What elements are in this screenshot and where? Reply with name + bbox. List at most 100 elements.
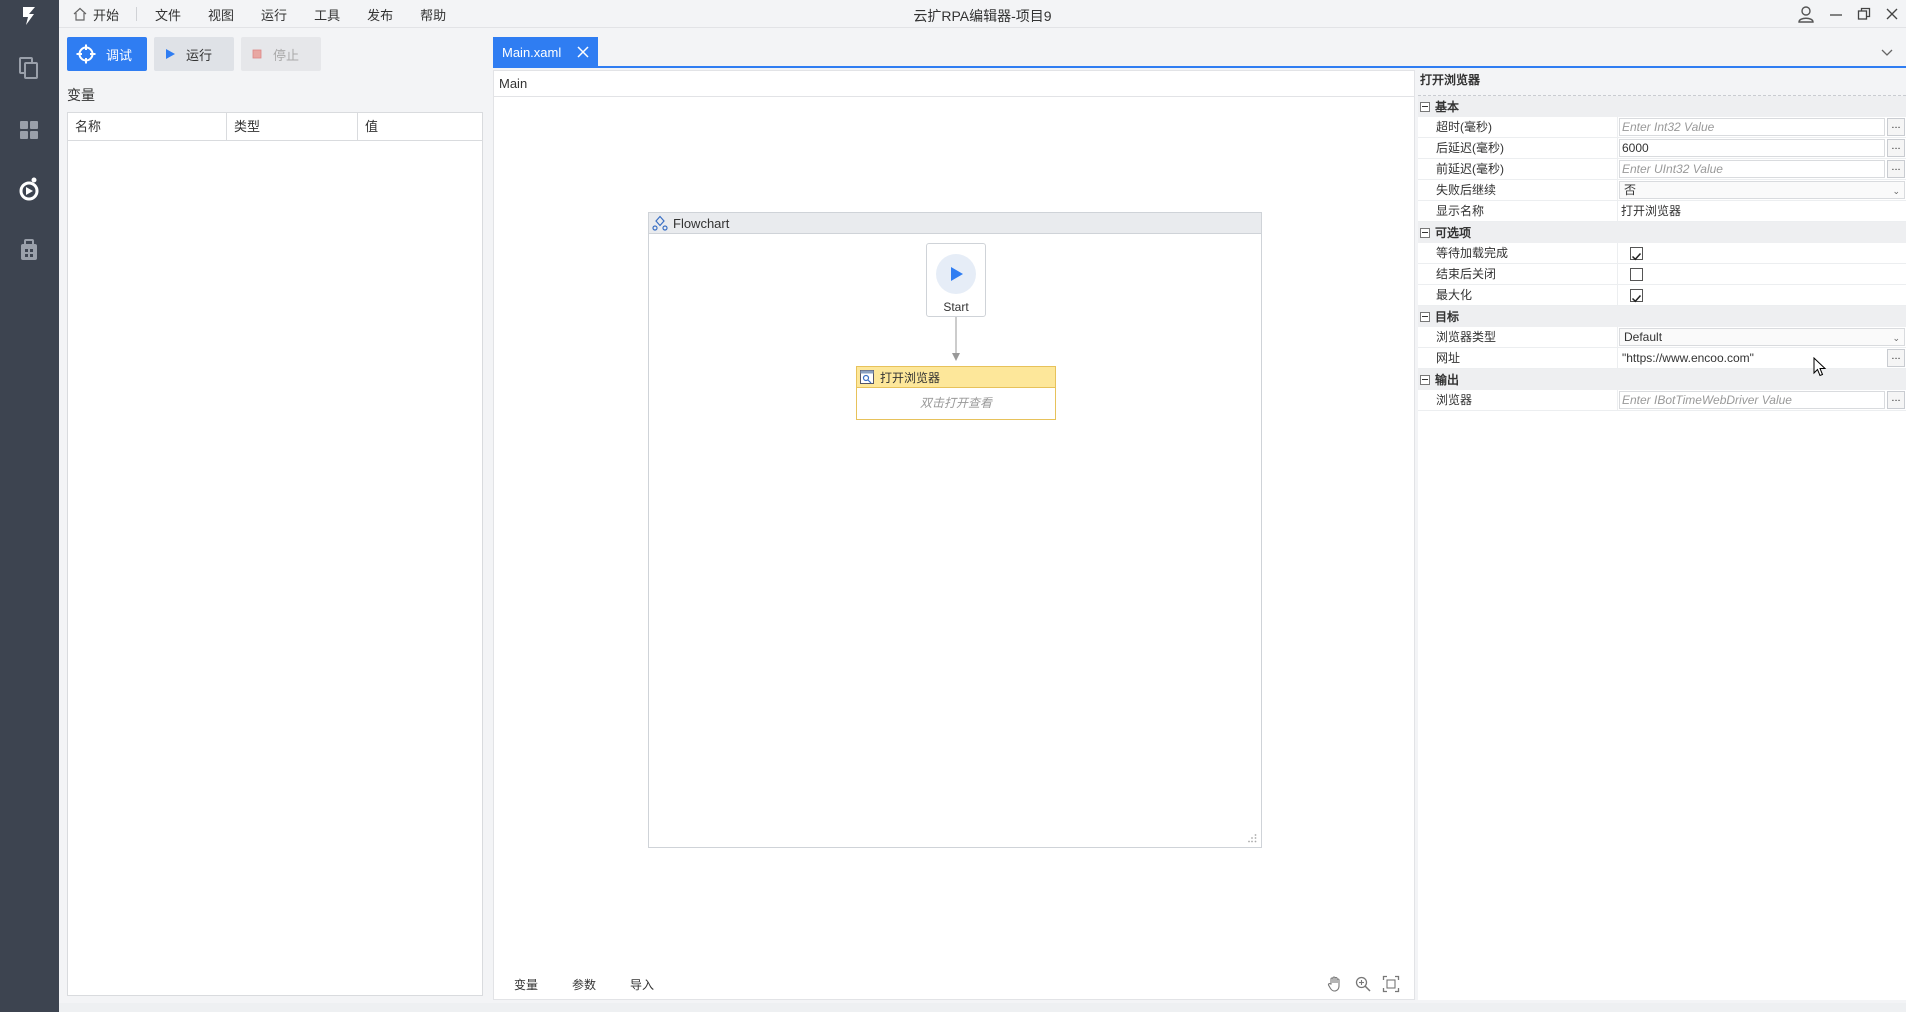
- status-bar: [59, 1003, 1906, 1012]
- designer-bottom-tabs: 变量 参数 导入: [514, 976, 688, 993]
- hand-icon: [1327, 976, 1340, 992]
- flowchart-container[interactable]: Flowchart Start 打开浏览器 双击打开查看: [648, 212, 1262, 848]
- components-icon[interactable]: [15, 116, 43, 144]
- mouse-pointer-icon: [1813, 357, 1827, 377]
- start-node[interactable]: Start: [926, 243, 986, 317]
- timeout-placeholder: Enter Int32 Value: [1622, 120, 1715, 134]
- url-input[interactable]: "https://www.encoo.com": [1619, 349, 1885, 367]
- browser-activity-icon: [860, 370, 874, 384]
- breadcrumb[interactable]: Main: [494, 71, 1414, 97]
- tab-arguments[interactable]: 参数: [572, 976, 596, 993]
- column-header-name[interactable]: 名称: [68, 113, 227, 140]
- close-window-button[interactable]: [1878, 0, 1906, 28]
- flowchart-header: Flowchart: [649, 213, 1261, 234]
- chevron-down-icon: ⌄: [1892, 333, 1900, 343]
- variables-panel-title: 变量: [67, 87, 95, 103]
- expression-editor-button[interactable]: ...: [1887, 391, 1905, 409]
- flowchart-title: Flowchart: [673, 215, 730, 231]
- category-basic[interactable]: 基本: [1418, 96, 1906, 117]
- delay-before-placeholder: Enter UInt32 Value: [1622, 162, 1723, 176]
- category-target[interactable]: 目标: [1418, 306, 1906, 327]
- minimize-button[interactable]: [1822, 0, 1850, 28]
- menu-item-publish[interactable]: 发布: [367, 5, 393, 24]
- collapse-toggle-icon[interactable]: [1420, 374, 1430, 385]
- activity-title: 打开浏览器: [880, 370, 941, 385]
- close-tab-icon[interactable]: [576, 45, 590, 59]
- menu-item-help[interactable]: 帮助: [420, 5, 446, 24]
- browser-type-select[interactable]: Default ⌄: [1619, 328, 1905, 346]
- activity-header: 打开浏览器: [857, 367, 1055, 388]
- start-label: Start: [943, 300, 969, 314]
- activity-sidebar: [0, 0, 59, 1012]
- resize-grip-icon[interactable]: [1247, 833, 1257, 843]
- property-row-delay-before: 前延迟(毫秒) Enter UInt32 Value ...: [1418, 159, 1906, 180]
- debug-button[interactable]: 调试: [67, 37, 147, 71]
- collapse-toggle-icon[interactable]: [1420, 311, 1430, 322]
- property-row-delay-after: 后延迟(毫秒) 6000 ...: [1418, 138, 1906, 159]
- category-options[interactable]: 可选项: [1418, 222, 1906, 243]
- property-name: 前延迟(毫秒): [1418, 159, 1618, 179]
- column-header-value[interactable]: 值: [358, 113, 482, 140]
- property-row-url: 网址 "https://www.encoo.com" ...: [1418, 348, 1906, 369]
- property-name: 超时(毫秒): [1418, 117, 1618, 137]
- category-label: 可选项: [1435, 226, 1472, 240]
- stop-button: 停止: [241, 37, 321, 71]
- maximize-checkbox[interactable]: [1630, 289, 1643, 303]
- left-panel: 调试 运行 停止 变量 名称 类型 值: [59, 28, 489, 1003]
- category-label: 输出: [1435, 373, 1460, 387]
- menu-item-run[interactable]: 运行: [261, 5, 287, 24]
- menu-item-view[interactable]: 视图: [208, 5, 234, 24]
- run-button-label: 运行: [186, 47, 213, 63]
- property-name: 等待加载完成: [1418, 243, 1618, 263]
- menu-item-label: 开始: [93, 7, 120, 23]
- tab-imports[interactable]: 导入: [630, 976, 654, 993]
- tab-variables[interactable]: 变量: [514, 976, 538, 993]
- package-icon[interactable]: [15, 236, 43, 264]
- column-header-type[interactable]: 类型: [227, 113, 358, 140]
- expression-editor-button[interactable]: ...: [1887, 349, 1905, 367]
- open-browser-activity[interactable]: 打开浏览器 双击打开查看: [856, 366, 1056, 420]
- category-output[interactable]: 输出: [1418, 369, 1906, 390]
- delay-after-input[interactable]: 6000: [1619, 139, 1885, 157]
- collapse-toggle-icon[interactable]: [1420, 227, 1430, 238]
- property-name: 浏览器: [1418, 390, 1618, 410]
- pan-hand-button[interactable]: [1326, 975, 1344, 993]
- play-icon: [951, 267, 963, 281]
- menu-item-file[interactable]: 文件: [155, 5, 181, 24]
- menu-item-start[interactable]: 开始: [73, 5, 119, 24]
- chevron-down-icon[interactable]: [1880, 46, 1894, 60]
- run-button[interactable]: 运行: [154, 37, 234, 71]
- files-icon[interactable]: [15, 54, 43, 82]
- delay-before-input[interactable]: Enter UInt32 Value: [1619, 160, 1885, 178]
- expression-editor-button[interactable]: ...: [1887, 139, 1905, 157]
- expression-editor-button[interactable]: ...: [1887, 118, 1905, 136]
- minimize-icon: [1830, 14, 1842, 16]
- property-row-display-name: 显示名称 打开浏览器: [1418, 201, 1906, 222]
- user-account-button[interactable]: [1792, 0, 1820, 28]
- tab-main-xaml[interactable]: Main.xaml: [493, 37, 598, 67]
- property-name: 失败后继续: [1418, 180, 1618, 200]
- wait-for-load-checkbox[interactable]: [1630, 247, 1643, 261]
- home-icon: [73, 7, 87, 21]
- display-name-input[interactable]: 打开浏览器: [1618, 201, 1906, 221]
- property-row-timeout: 超时(毫秒) Enter Int32 Value ...: [1418, 117, 1906, 138]
- property-row-close-after: 结束后关闭: [1418, 264, 1906, 285]
- browser-output-input[interactable]: Enter IBotTimeWebDriver Value: [1619, 391, 1885, 409]
- collapse-toggle-icon[interactable]: [1420, 101, 1430, 112]
- user-icon: [1798, 6, 1814, 23]
- checkmark-icon: [1631, 252, 1642, 261]
- robot-runner-icon[interactable]: [15, 175, 43, 203]
- expression-editor-button[interactable]: ...: [1887, 160, 1905, 178]
- stop-button-label: 停止: [273, 47, 300, 63]
- timeout-input[interactable]: Enter Int32 Value: [1619, 118, 1885, 136]
- close-after-checkbox[interactable]: [1630, 268, 1643, 281]
- property-row-continue-on-error: 失败后继续 否 ⌄: [1418, 180, 1906, 201]
- property-name: 后延迟(毫秒): [1418, 138, 1618, 158]
- menu-item-tools[interactable]: 工具: [314, 5, 340, 24]
- app-logo-icon: [23, 7, 35, 25]
- restore-button[interactable]: [1850, 0, 1878, 28]
- zoom-button[interactable]: [1354, 975, 1372, 993]
- continue-on-error-select[interactable]: 否 ⌄: [1619, 181, 1905, 199]
- browser-output-placeholder: Enter IBotTimeWebDriver Value: [1622, 393, 1792, 407]
- fit-to-screen-button[interactable]: [1382, 975, 1400, 993]
